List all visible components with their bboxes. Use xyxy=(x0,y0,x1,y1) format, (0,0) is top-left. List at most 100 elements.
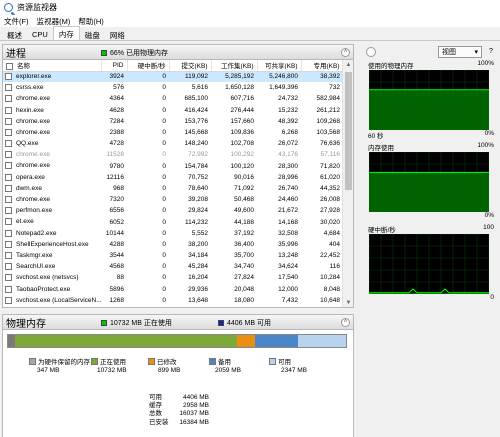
table-row[interactable]: dwm.exe 968 0 78,640 71,092 26,740 44,352 xyxy=(3,183,343,194)
cell-commit: 13,648 xyxy=(188,296,208,304)
column-header-pid[interactable]: PID xyxy=(101,60,128,72)
tab-network[interactable]: 网络 xyxy=(105,28,130,40)
column-header-shareable[interactable]: 可共享(KB) xyxy=(257,60,302,72)
column-header-name[interactable]: 名称 xyxy=(3,60,102,72)
menu-file[interactable]: 文件(F) xyxy=(4,16,29,27)
table-row[interactable]: QQ.exe 4728 0 148,240 102,708 26,072 76,636 xyxy=(3,138,343,149)
scroll-down-arrow-icon[interactable]: ▼ xyxy=(343,298,353,307)
table-row[interactable]: svchost.exe (LocalServiceN... 1268 0 13,648… xyxy=(3,295,343,306)
row-checkbox[interactable] xyxy=(5,207,12,215)
row-checkbox[interactable] xyxy=(5,95,12,103)
cell-private: 61,020 xyxy=(320,173,340,181)
table-row[interactable]: SearchUI.exe 4568 0 45,284 34,740 34,624 116 xyxy=(3,261,343,272)
process-section-header[interactable]: 进程 66% 已用物理内存 ˄ xyxy=(2,44,354,60)
table-row[interactable]: et.exe 6052 0 114,232 44,188 14,168 30,020 xyxy=(3,216,343,227)
cell-name: explorer.exe xyxy=(3,71,101,83)
table-row[interactable]: Taskmgr.exe 3544 0 34,184 35,700 13,248 22,452 xyxy=(3,250,343,261)
table-row[interactable]: chrome.exe 4364 0 685,100 607,716 24,732 582,9… xyxy=(3,93,343,104)
menu-help[interactable]: 帮助(H) xyxy=(78,16,103,27)
row-checkbox[interactable] xyxy=(5,296,12,304)
column-header-hard-faults[interactable]: 硬中断/秒 xyxy=(127,60,170,72)
window-title: 资源监视器 xyxy=(17,3,57,12)
row-checkbox[interactable] xyxy=(5,117,12,125)
process-table-container: 名称 PID 硬中断/秒 提交(KB) 工作集(KB) 可共享(KB) 专用(K… xyxy=(2,60,354,308)
graph-min-label: 0 xyxy=(490,294,494,301)
scroll-up-arrow-icon[interactable]: ▲ xyxy=(343,60,353,70)
scrollbar-thumb[interactable] xyxy=(345,72,352,190)
cell-hard-faults: 0 xyxy=(162,240,166,248)
row-checkbox[interactable] xyxy=(5,229,12,237)
expand-arrow-icon[interactable] xyxy=(366,47,376,57)
row-checkbox[interactable] xyxy=(5,240,12,248)
cell-name: TaobaoProtect.exe xyxy=(3,284,101,295)
table-row[interactable]: hexin.exe 4628 0 416,424 276,444 15,232 261,21… xyxy=(3,105,343,116)
row-checkbox[interactable] xyxy=(5,106,12,114)
row-checkbox[interactable] xyxy=(5,263,12,271)
table-row[interactable]: TaobaoProtect.exe 5896 0 29,936 20,048 12,000… xyxy=(3,284,343,295)
cell-pid: 6052 xyxy=(109,218,124,226)
table-row[interactable]: csrss.exe 576 0 5,616 1,650,128 1,649,396 732 xyxy=(3,82,343,93)
row-checkbox[interactable] xyxy=(5,162,12,170)
table-row[interactable]: chrome.exe 9780 0 154,784 100,120 28,300 71,82… xyxy=(3,161,343,172)
column-header-working-set[interactable]: 工作集(KB) xyxy=(211,60,258,72)
table-row[interactable]: svchost.exe (netsvcs) 88 0 16,204 27,824 17,5… xyxy=(3,272,343,283)
cell-commit: 39,208 xyxy=(188,196,208,204)
select-all-checkbox[interactable] xyxy=(6,63,13,71)
table-row[interactable]: chrome.exe 2388 0 145,668 109,836 6,268 103,56… xyxy=(3,127,343,138)
collapse-chevron-icon[interactable]: ˄ xyxy=(341,318,350,327)
row-checkbox[interactable] xyxy=(5,84,12,92)
tab-cpu[interactable]: CPU xyxy=(27,28,53,40)
table-row[interactable]: chrome.exe 7284 0 153,776 157,660 48,392 109,2… xyxy=(3,116,343,127)
help-icon[interactable]: ? xyxy=(486,47,496,57)
table-row[interactable]: explorer.exe 3924 0 119,092 5,285,192 5,246,8… xyxy=(3,71,343,83)
table-row[interactable]: ShellExperienceHost.exe 4288 0 38,200 36,400… xyxy=(3,239,343,250)
process-table-scrollbar[interactable]: ▲ ▼ xyxy=(342,60,353,307)
cell-shareable: 48,392 xyxy=(278,117,298,125)
table-row[interactable]: opera.exe 12116 0 70,752 90,016 28,996 61,020 xyxy=(3,172,343,183)
column-header-private[interactable]: 专用(KB) xyxy=(301,60,344,72)
cell-pid: 12116 xyxy=(106,173,124,181)
row-checkbox[interactable] xyxy=(5,274,12,282)
tab-disk[interactable]: 磁盘 xyxy=(80,28,105,40)
process-table: 名称 PID 硬中断/秒 提交(KB) 工作集(KB) 可共享(KB) 专用(K… xyxy=(3,60,344,306)
cell-hard-faults: 0 xyxy=(162,229,166,237)
row-checkbox[interactable] xyxy=(5,251,12,259)
table-row[interactable]: chrome.exe 7320 0 39,208 50,468 24,460 26,008 xyxy=(3,194,343,205)
cell-pid: 1268 xyxy=(109,296,124,304)
row-checkbox[interactable] xyxy=(5,196,12,204)
column-header-commit[interactable]: 提交(KB) xyxy=(169,60,212,72)
table-row[interactable]: perfmon.exe 6556 0 29,824 49,600 21,672 27,928 xyxy=(3,205,343,216)
row-checkbox[interactable] xyxy=(5,173,12,181)
tab-memory[interactable]: 内存 xyxy=(52,26,80,40)
cell-name: opera.exe xyxy=(3,172,101,183)
cell-pid: 7320 xyxy=(109,196,124,204)
graph-pane-header: 视图 ▾ ? xyxy=(364,44,498,60)
cell-shareable: 26,740 xyxy=(278,184,298,192)
memory-section-header[interactable]: 物理内存 10732 MB 正在使用 4406 MB 可用 ˄ xyxy=(2,314,354,330)
row-checkbox[interactable] xyxy=(5,140,12,148)
cell-working-set: 71,092 xyxy=(234,184,254,192)
table-row[interactable]: Notepad2.exe 10144 0 5,552 37,192 32,508 4,684 xyxy=(3,228,343,239)
cell-shareable: 32,508 xyxy=(278,229,298,237)
legend-swatch xyxy=(209,357,216,365)
row-checkbox[interactable] xyxy=(5,218,12,226)
cell-name: chrome.exe xyxy=(3,194,101,205)
collapse-chevron-icon[interactable]: ˄ xyxy=(341,48,350,57)
row-checkbox[interactable] xyxy=(5,151,12,159)
row-checkbox[interactable] xyxy=(5,128,12,136)
cell-hard-faults: 0 xyxy=(162,184,166,192)
cell-commit: 685,100 xyxy=(184,95,209,103)
view-dropdown[interactable]: 视图 ▾ xyxy=(438,46,482,58)
tab-overview[interactable]: 概述 xyxy=(2,28,27,40)
row-checkbox[interactable] xyxy=(5,73,12,81)
cell-shareable: 14,168 xyxy=(278,218,298,226)
cell-pid: 576 xyxy=(113,84,124,92)
row-checkbox[interactable] xyxy=(5,285,12,293)
cell-private: 57,116 xyxy=(320,151,340,159)
table-row[interactable]: chrome.exe 11528 0 72,992 100,292 43,176 57,11… xyxy=(3,149,343,160)
cell-commit: 154,784 xyxy=(184,162,209,170)
menu-monitor[interactable]: 监视器(M) xyxy=(37,16,71,27)
legend-standby: 备用 2059 MB xyxy=(209,356,241,374)
row-checkbox[interactable] xyxy=(5,184,12,192)
cell-hard-faults: 0 xyxy=(162,106,166,114)
